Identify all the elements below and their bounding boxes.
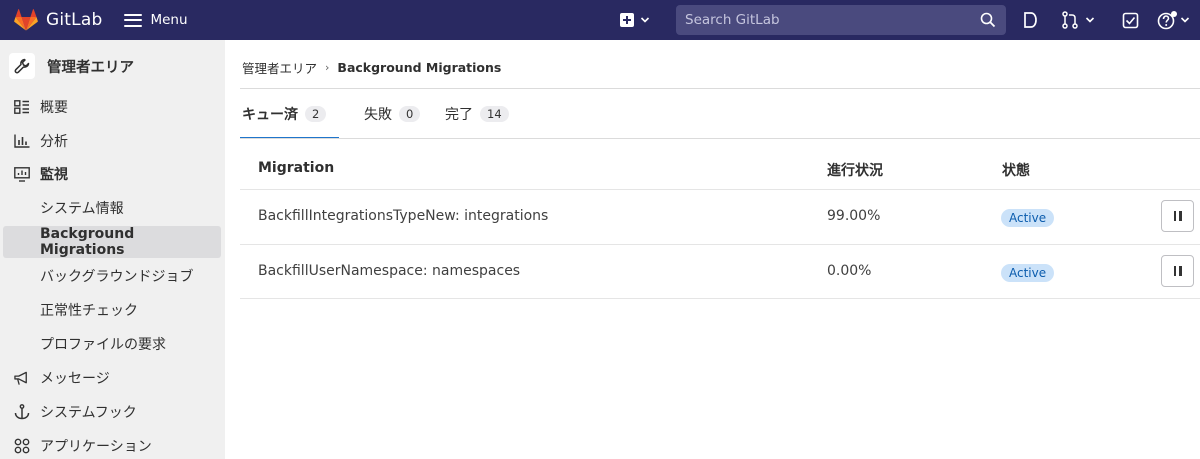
wrench-icon — [9, 53, 35, 79]
migration-progress: 0.00% — [827, 263, 872, 279]
breadcrumb-current[interactable]: Background Migrations — [337, 60, 501, 75]
sidebar-item-label: システムフック — [40, 405, 137, 421]
sidebar-item-label: 分析 — [40, 134, 68, 150]
sidebar-item-health-check[interactable]: 正常性チェック — [0, 294, 225, 326]
sidebar-item-applications[interactable]: アプリケーション — [0, 430, 225, 459]
gitlab-logo-icon — [14, 9, 38, 31]
tab-count-badge: 0 — [399, 106, 421, 122]
merge-requests-button[interactable] — [1061, 10, 1095, 30]
help-question-icon — [1157, 11, 1177, 30]
tab-count-badge: 2 — [305, 106, 327, 122]
tab-queued[interactable]: キュー済 2 — [240, 89, 340, 139]
migration-progress: 99.00% — [827, 208, 881, 224]
analytics-icon — [14, 133, 30, 149]
sidebar-item-system-hooks[interactable]: システムフック — [0, 396, 225, 428]
migration-name: BackfillIntegrationsTypeNew: integration… — [258, 208, 549, 224]
chevron-down-icon — [1180, 17, 1190, 23]
search-input[interactable] — [685, 12, 975, 28]
gitlab-brand[interactable]: GitLab — [14, 0, 102, 40]
menu-button[interactable]: Menu — [124, 6, 188, 34]
todo-check-icon — [1122, 12, 1139, 28]
tab-count-badge: 14 — [480, 106, 509, 122]
sidebar-item-system-info[interactable]: システム情報 — [0, 192, 225, 224]
tab-finished[interactable]: 完了 14 — [445, 89, 509, 139]
divider — [240, 298, 1200, 299]
pause-button[interactable] — [1161, 200, 1194, 232]
column-header-progress: 進行状況 — [827, 163, 883, 179]
divider — [240, 138, 1200, 139]
help-button[interactable] — [1157, 10, 1190, 30]
search-icon — [980, 12, 996, 28]
table-row: BackfillIntegrationsTypeNew: integration… — [240, 190, 1200, 244]
pause-icon — [1172, 211, 1183, 221]
sidebar-item-messages[interactable]: メッセージ — [0, 362, 225, 394]
sidebar-item-request-profiles[interactable]: プロファイルの要求 — [0, 328, 225, 360]
issues-icon — [1024, 12, 1037, 28]
sidebar-item-overview[interactable]: 概要 — [0, 91, 225, 123]
breadcrumb: 管理者エリア › Background Migrations — [242, 58, 501, 77]
sidebar-item-label: 概要 — [40, 100, 68, 116]
sidebar-item-background-migrations[interactable]: Background Migrations — [3, 226, 221, 258]
table-row: BackfillUserNamespace: namespaces 0.00% … — [240, 245, 1200, 299]
sidebar-item-label: システム情報 — [40, 201, 124, 217]
column-header-status: 状態 — [1002, 163, 1030, 179]
menu-label: Menu — [150, 12, 188, 28]
anchor-icon — [14, 404, 30, 420]
sidebar-item-background-jobs[interactable]: バックグラウンドジョブ — [0, 260, 225, 292]
breadcrumb-link-admin[interactable]: 管理者エリア — [242, 58, 317, 77]
chevron-down-icon — [640, 17, 650, 23]
chevron-down-icon — [1085, 17, 1095, 23]
top-navbar: GitLab Menu — [0, 0, 1200, 40]
tab-failed[interactable]: 失敗 0 — [364, 89, 421, 139]
pause-button[interactable] — [1161, 255, 1194, 287]
new-dropdown-button[interactable] — [620, 9, 650, 31]
tab-label: キュー済 — [242, 107, 298, 123]
search-box[interactable] — [676, 5, 1006, 35]
sidebar-item-label: 監視 — [40, 167, 68, 183]
sidebar-item-monitoring[interactable]: 監視 — [0, 158, 225, 190]
merge-request-icon — [1062, 11, 1078, 29]
sidebar-item-label: プロファイルの要求 — [40, 337, 166, 353]
migration-name: BackfillUserNamespace: namespaces — [258, 263, 521, 279]
sidebar-header[interactable]: 管理者エリア — [0, 47, 225, 85]
sidebar-item-label: アプリケーション — [40, 439, 152, 455]
plus-square-icon — [620, 13, 634, 27]
tab-label: 失敗 — [364, 107, 392, 123]
sidebar-item-label: Background Migrations — [40, 226, 135, 258]
sidebar-item-label: バックグラウンドジョブ — [40, 269, 194, 285]
applications-icon — [14, 438, 30, 454]
issues-button[interactable] — [1022, 10, 1038, 30]
tab-label: 完了 — [445, 107, 473, 123]
sidebar-item-analytics[interactable]: 分析 — [0, 125, 225, 157]
todos-button[interactable] — [1122, 10, 1139, 30]
admin-sidebar: 管理者エリア 概要 分析 監視 システム情報 Background Migrat… — [0, 40, 225, 459]
status-badge: Active — [1001, 209, 1055, 227]
sidebar-item-label: メッセージ — [40, 371, 110, 387]
column-header-migration: Migration — [258, 160, 335, 176]
hamburger-icon — [124, 13, 143, 27]
migration-tabs: キュー済 2 失敗 0 完了 14 — [240, 89, 1200, 139]
table-header: Migration 進行状況 状態 — [240, 152, 1200, 188]
chevron-right-icon: › — [325, 61, 330, 74]
sidebar-title: 管理者エリア — [47, 59, 134, 76]
bullhorn-icon — [14, 370, 30, 386]
brand-name: GitLab — [46, 10, 103, 30]
overview-icon — [14, 99, 30, 115]
pause-icon — [1172, 266, 1183, 276]
sidebar-item-label: 正常性チェック — [40, 303, 138, 319]
monitor-icon — [14, 166, 30, 182]
status-badge: Active — [1001, 264, 1055, 282]
